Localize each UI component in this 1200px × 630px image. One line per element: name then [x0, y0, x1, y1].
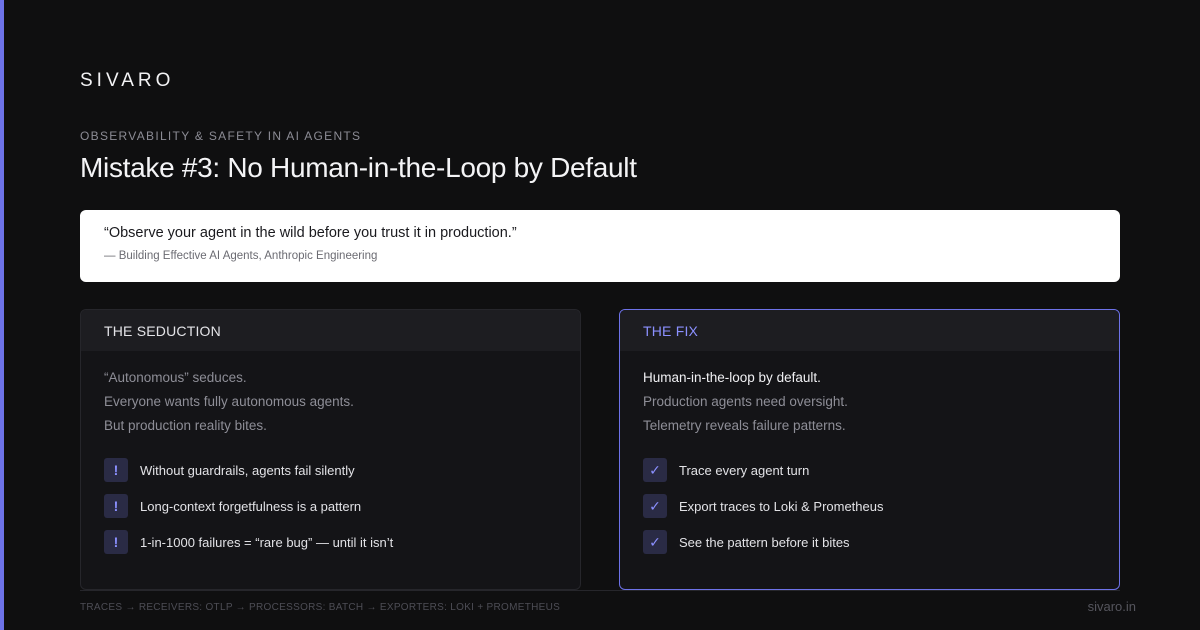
seduction-line: But production reality bites.: [104, 418, 267, 433]
page-title: Mistake #3: No Human-in-the-Loop by Defa…: [80, 152, 637, 183]
accent-bar: [0, 0, 4, 630]
footer-pipeline: TRACES → RECEIVERS: OTLP → PROCESSORS: B…: [80, 602, 561, 613]
item-label: 1-in-1000 failures = “rare bug” — until …: [140, 534, 394, 550]
warning-icon: !: [104, 494, 128, 518]
fix-line: Telemetry reveals failure patterns.: [643, 418, 846, 433]
fix-panel: THE FIX Human-in-the-loop by default. Pr…: [619, 309, 1120, 590]
brand-logo: SIVARO: [80, 70, 175, 91]
check-icon: ✓: [643, 494, 667, 518]
list-item: ! Long-context forgetfulness is a patter…: [104, 494, 557, 518]
warning-icon: !: [104, 458, 128, 482]
list-item: ✓ Export traces to Loki & Prometheus: [643, 494, 1096, 518]
item-label: Without guardrails, agents fail silently: [140, 462, 355, 478]
quote-source: — Building Effective AI Agents, Anthropi…: [104, 250, 378, 262]
warning-icon: !: [104, 530, 128, 554]
check-icon: ✓: [643, 458, 667, 482]
footer-divider: [80, 590, 1120, 591]
kicker: OBSERVABILITY & SAFETY IN AI AGENTS: [80, 129, 362, 143]
quote-text: “Observe your agent in the wild before y…: [104, 225, 517, 241]
list-item: ✓ Trace every agent turn: [643, 458, 1096, 482]
fix-line: Production agents need oversight.: [643, 394, 848, 409]
seduction-line: Everyone wants fully autonomous agents.: [104, 394, 354, 409]
item-label: Trace every agent turn: [679, 462, 810, 478]
fix-heading: THE FIX: [620, 310, 1119, 351]
item-label: Export traces to Loki & Prometheus: [679, 498, 884, 514]
footer-site-link[interactable]: sivaro.in: [1088, 599, 1136, 614]
list-item: ! Without guardrails, agents fail silent…: [104, 458, 557, 482]
seduction-heading: THE SEDUCTION: [81, 310, 580, 351]
item-label: See the pattern before it bites: [679, 534, 850, 550]
item-label: Long-context forgetfulness is a pattern: [140, 498, 362, 514]
seduction-line: “Autonomous” seduces.: [104, 370, 247, 385]
list-item: ! 1-in-1000 failures = “rare bug” — unti…: [104, 530, 557, 554]
seduction-panel: THE SEDUCTION “Autonomous” seduces. Ever…: [80, 309, 581, 590]
check-icon: ✓: [643, 530, 667, 554]
fix-line: Human-in-the-loop by default.: [643, 370, 821, 385]
list-item: ✓ See the pattern before it bites: [643, 530, 1096, 554]
quote-card: “Observe your agent in the wild before y…: [80, 210, 1120, 282]
